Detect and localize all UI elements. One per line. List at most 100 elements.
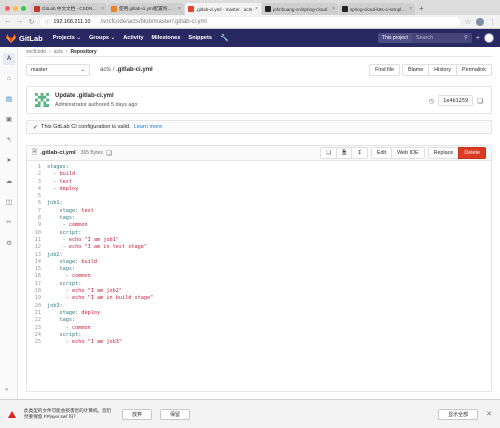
line-number[interactable]: 15	[27, 266, 47, 273]
line-number[interactable]: 4	[27, 186, 47, 193]
forward-arrow-icon[interactable]: →	[16, 18, 23, 25]
line-number[interactable]: 7	[27, 208, 47, 215]
home-icon[interactable]: ⌂	[5, 75, 13, 83]
line-number[interactable]: 21	[27, 310, 47, 317]
close-tab-icon[interactable]: ×	[101, 6, 104, 12]
line-number[interactable]: 24	[27, 332, 47, 339]
line-number[interactable]: 16	[27, 273, 47, 280]
history-button[interactable]: History	[428, 64, 458, 76]
commit-title[interactable]: Update .gitlab-ci.yml	[55, 93, 114, 99]
close-download-bar-icon[interactable]: ✕	[486, 410, 492, 418]
breadcrumb-group[interactable]: sncfcode	[26, 49, 46, 55]
bookmark-star-icon[interactable]: ☆	[465, 18, 471, 26]
line-number[interactable]: 22	[27, 317, 47, 324]
copy-path-icon[interactable]: ❏	[106, 149, 112, 157]
line-number[interactable]: 6	[27, 200, 47, 207]
nav-projects[interactable]: Projects ⌄	[53, 35, 81, 41]
line-number[interactable]: 20	[27, 303, 47, 310]
close-tab-icon[interactable]: ×	[409, 6, 412, 12]
browser-menu-icon[interactable]: ⋮	[489, 18, 496, 26]
edit-button[interactable]: Edit	[370, 147, 393, 159]
back-arrow-icon[interactable]: ←	[4, 18, 11, 25]
blame-button[interactable]: Blame	[401, 64, 430, 76]
breadcrumb-project[interactable]: acts	[54, 49, 63, 55]
snippets-scissors-icon[interactable]: ✂	[5, 219, 13, 227]
browser-tab[interactable]: spring-cloud-k8s-ci-template ×	[339, 3, 415, 15]
code-line: 1 stages:	[27, 164, 491, 171]
ci-notice-text: This GitLab CI configuration is valid.	[41, 124, 131, 130]
keep-button[interactable]: 保留	[160, 408, 191, 420]
plus-icon[interactable]: +	[476, 35, 480, 42]
commit-author-avatar[interactable]	[35, 93, 49, 107]
collapse-sidebar-button[interactable]: «	[5, 387, 8, 393]
browser-tab[interactable]: GitLab 中文文档 - CSDN博客 ×	[31, 3, 107, 15]
close-tab-icon[interactable]: ×	[178, 6, 181, 12]
show-all-downloads-button[interactable]: 显示全部	[438, 408, 479, 420]
pipeline-status-icon[interactable]: ◷	[429, 97, 435, 105]
copy-contents-icon[interactable]: ❏	[320, 147, 337, 159]
project-avatar[interactable]: A	[3, 53, 15, 65]
close-window-button[interactable]	[5, 6, 10, 11]
line-number[interactable]: 13	[27, 252, 47, 259]
delete-button[interactable]: Delete	[458, 147, 486, 159]
operations-icon[interactable]: ☁	[5, 178, 13, 186]
close-tab-icon[interactable]: ×	[332, 6, 335, 12]
learn-more-link[interactable]: Learn more	[134, 124, 163, 130]
copy-sha-icon[interactable]: ❏	[477, 97, 483, 105]
line-number[interactable]: 11	[27, 237, 47, 244]
line-number[interactable]: 5	[27, 193, 47, 200]
find-file-button[interactable]: Find file	[369, 64, 400, 76]
nav-activity[interactable]: Activity	[123, 35, 143, 41]
nav-milestones[interactable]: Milestones	[151, 35, 180, 41]
wrench-icon[interactable]: 🔧	[220, 34, 229, 42]
line-number[interactable]: 14	[27, 259, 47, 266]
line-number[interactable]: 8	[27, 215, 47, 222]
line-number[interactable]: 23	[27, 325, 47, 332]
yaml-value: build	[81, 258, 97, 265]
line-number[interactable]: 2	[27, 171, 47, 178]
line-number[interactable]: 17	[27, 281, 47, 288]
repository-icon[interactable]: ▤	[5, 96, 13, 104]
permalink-button[interactable]: Permalink	[456, 64, 492, 76]
download-icon[interactable]: ↧	[351, 147, 368, 159]
nav-groups[interactable]: Groups ⌄	[89, 35, 115, 41]
settings-gear-icon[interactable]: ⚙	[5, 240, 13, 248]
browser-profile-avatar[interactable]	[476, 17, 484, 26]
branch-select[interactable]: master ⌄	[26, 64, 90, 76]
user-avatar[interactable]	[484, 33, 494, 43]
gitlab-logo[interactable]: GitLab	[6, 33, 43, 43]
web-ide-button[interactable]: Web IDE	[391, 147, 425, 159]
commit-sha[interactable]: 1e4b1259	[438, 95, 474, 106]
line-number[interactable]: 3	[27, 179, 47, 186]
merge-request-icon[interactable]: ↰	[5, 137, 13, 145]
line-number[interactable]: 18	[27, 288, 47, 295]
browser-tab[interactable]: 使用.gitlab-ci.yml配置构建过程 ×	[108, 3, 184, 15]
url-field[interactable]: ⓘ 192.168.211.10/sncfcode/acts/blob/mast…	[40, 16, 460, 27]
close-tab-icon[interactable]: ×	[255, 6, 258, 12]
maximize-window-button[interactable]	[21, 6, 26, 11]
breadcrumb-current[interactable]: Repository	[71, 49, 97, 55]
browser-tab[interactable]: johnhuang-cn/spring-cloud ×	[262, 3, 338, 15]
ci-cd-rocket-icon[interactable]: ➤	[5, 157, 13, 165]
new-tab-button[interactable]: +	[416, 4, 424, 15]
nav-snippets[interactable]: Snippets	[188, 35, 212, 41]
line-number[interactable]: 9	[27, 222, 47, 229]
search-input[interactable]: Search ⚲	[411, 33, 472, 43]
reload-icon[interactable]: ↻	[28, 18, 35, 26]
search-scope-badge[interactable]: This project	[378, 33, 412, 43]
project-sidebar: A ⌂ ▤ ▣ ↰ ➤ ☁ ◫ ✂ ⚙ «	[0, 47, 18, 399]
line-number[interactable]: 19	[27, 295, 47, 302]
raw-file-icon[interactable]: 🗎	[335, 147, 353, 159]
minimize-window-button[interactable]	[13, 6, 18, 11]
browser-tab[interactable]: .gitlab-ci.yml · master · acts ×	[185, 3, 261, 15]
issues-icon[interactable]: ▣	[5, 116, 13, 124]
line-number[interactable]: 25	[27, 339, 47, 346]
line-number[interactable]: 12	[27, 244, 47, 251]
line-content: - echo "I am in build stage"	[65, 295, 154, 302]
discard-button[interactable]: 放弃	[122, 408, 153, 420]
replace-button[interactable]: Replace	[427, 147, 460, 159]
wiki-book-icon[interactable]: ◫	[5, 199, 13, 207]
line-number[interactable]: 1	[27, 164, 47, 171]
path-root-link[interactable]: acts	[100, 67, 111, 73]
line-number[interactable]: 10	[27, 230, 47, 237]
